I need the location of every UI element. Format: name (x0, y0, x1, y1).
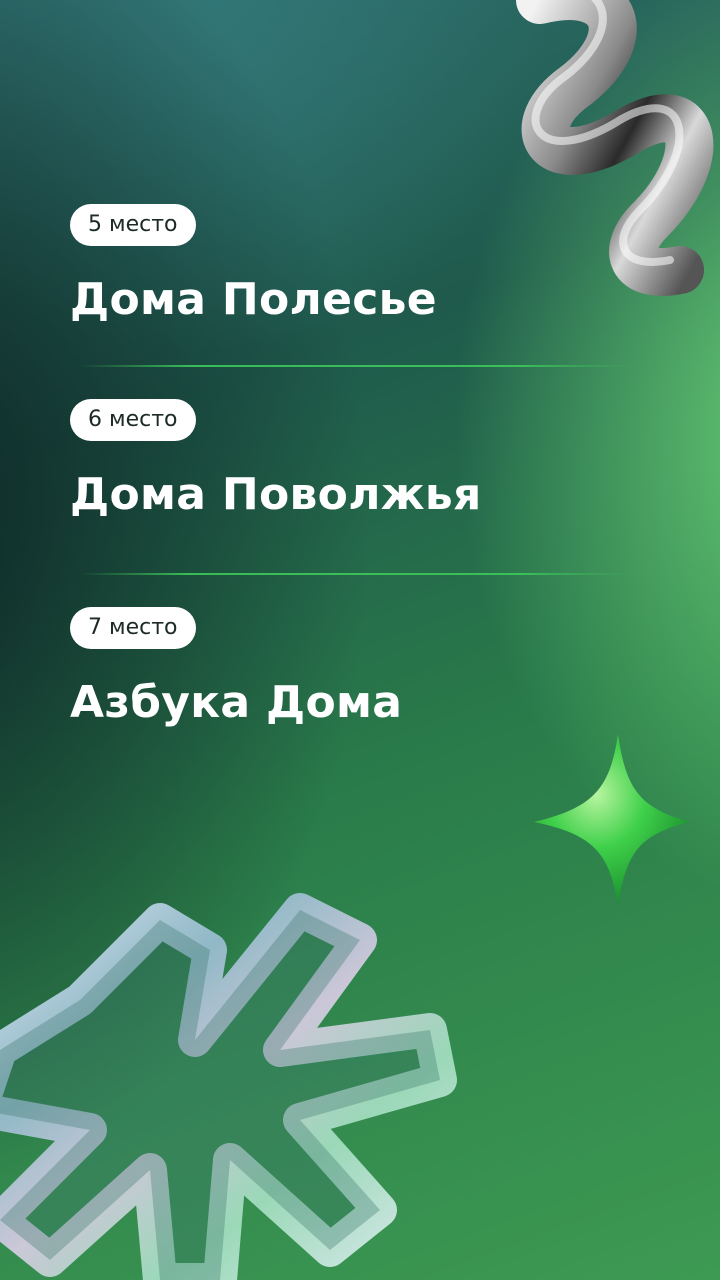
entry-title: Дома Полесье (70, 274, 437, 325)
rank-badge: 5 место (70, 204, 196, 246)
rank-badge: 7 место (70, 607, 196, 649)
rank-badge: 6 место (70, 399, 196, 441)
divider (80, 365, 630, 367)
glass-asterisk-icon (0, 893, 457, 1280)
chrome-spiral-icon (516, 0, 714, 296)
ranking-entry: 5 место Дома Полесье (70, 204, 437, 325)
entry-title: Дома Поволжья (70, 469, 482, 520)
story-card: 5 место Дома Полесье 6 место Дома Поволж… (0, 0, 720, 1280)
ranking-entry: 7 место Азбука Дома (70, 607, 402, 728)
entry-title: Азбука Дома (70, 677, 403, 728)
divider (80, 573, 630, 575)
ranking-entry: 6 место Дома Поволжья (70, 399, 482, 520)
green-star-icon (534, 734, 690, 906)
